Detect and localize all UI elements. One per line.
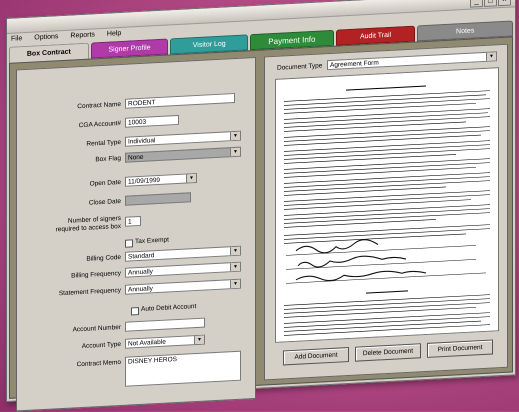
chevron-down-icon[interactable]: ▼ <box>230 246 240 256</box>
print-document-button[interactable]: Print Document <box>427 339 493 358</box>
box-flag-select[interactable]: None ▼ <box>125 146 241 163</box>
account-type-label: Account Type <box>81 340 121 351</box>
box-flag-value: None <box>128 153 144 162</box>
cga-account-label: CGA Account# <box>78 119 121 130</box>
statement-frequency-value: Annually <box>128 285 153 294</box>
app-window: _ □ × File Options Reports Help Box Cont… <box>6 0 516 412</box>
tax-exempt-checkbox[interactable] <box>125 239 133 248</box>
close-button[interactable]: × <box>498 0 511 7</box>
billing-frequency-label: Billing Frequency <box>71 269 121 280</box>
menu-file[interactable]: File <box>11 32 22 46</box>
auto-debit-checkbox[interactable] <box>131 307 139 316</box>
account-number-label: Account Number <box>72 323 121 334</box>
close-date-label: Close Date <box>88 197 121 207</box>
account-number-field[interactable] <box>125 317 205 332</box>
document-type-value: Agreement Form <box>330 59 379 70</box>
chevron-down-icon[interactable]: ▼ <box>230 262 240 272</box>
chevron-down-icon[interactable]: ▼ <box>230 131 240 141</box>
account-type-value: Not Available <box>128 338 166 348</box>
open-date-value: 11/09/1999 <box>128 176 161 186</box>
contract-name-field[interactable]: RODENT <box>125 92 235 109</box>
rental-type-select[interactable]: Individual ▼ <box>125 130 241 147</box>
scanned-document-image <box>276 68 498 342</box>
rental-type-label: Rental Type <box>86 138 121 148</box>
document-type-label: Document Type <box>277 62 323 72</box>
chevron-down-icon[interactable]: ▼ <box>486 52 496 61</box>
minimize-button[interactable]: _ <box>470 0 483 8</box>
contract-memo-label: Contract Memo <box>76 358 121 369</box>
billing-frequency-select[interactable]: Annually ▼ <box>125 261 241 278</box>
contract-name-label: Contract Name <box>77 100 121 111</box>
tax-exempt-label: Tax Exempt <box>135 236 169 246</box>
chevron-down-icon[interactable]: ▼ <box>186 174 196 183</box>
menu-help[interactable]: Help <box>107 27 121 41</box>
billing-code-select[interactable]: Standard ▼ <box>125 245 241 262</box>
chevron-down-icon[interactable]: ▼ <box>230 279 240 289</box>
open-date-label: Open Date <box>89 178 121 188</box>
billing-frequency-value: Annually <box>128 268 153 277</box>
contract-memo-textarea[interactable]: DISNEY HEROS <box>125 350 241 387</box>
statement-frequency-label: Statement Frequency <box>58 286 121 298</box>
document-preview[interactable] <box>275 67 499 343</box>
tab-content: Contract Name RODENT CGA Account# 10003 … <box>9 36 513 412</box>
document-panel: Document Type Agreement Form ▼ Add Docum… <box>264 43 508 381</box>
account-type-select[interactable]: Not Available ▼ <box>125 334 205 349</box>
billing-code-value: Standard <box>128 252 155 261</box>
signers-count-field[interactable]: 1 <box>125 215 141 227</box>
open-date-picker[interactable]: 11/09/1999 ▼ <box>125 172 197 187</box>
box-flag-label: Box Flag <box>95 154 121 164</box>
chevron-down-icon[interactable]: ▼ <box>194 335 204 345</box>
billing-code-label: Billing Code <box>86 253 121 263</box>
box-contract-form: Contract Name RODENT CGA Account# 10003 … <box>16 56 256 412</box>
auto-debit-label: Auto Debit Account <box>141 303 197 313</box>
rental-type-value: Individual <box>128 137 156 146</box>
menu-options[interactable]: Options <box>34 30 58 44</box>
menu-reports[interactable]: Reports <box>70 28 95 42</box>
statement-frequency-select[interactable]: Annually ▼ <box>125 278 241 295</box>
chevron-down-icon[interactable]: ▼ <box>230 147 240 157</box>
close-date-field[interactable] <box>125 192 191 206</box>
delete-document-button[interactable]: Delete Document <box>355 343 421 362</box>
maximize-button[interactable]: □ <box>484 0 497 7</box>
document-type-select[interactable]: Agreement Form ▼ <box>327 51 497 71</box>
add-document-button[interactable]: Add Document <box>283 347 349 366</box>
cga-account-field[interactable]: 10003 <box>125 114 179 128</box>
